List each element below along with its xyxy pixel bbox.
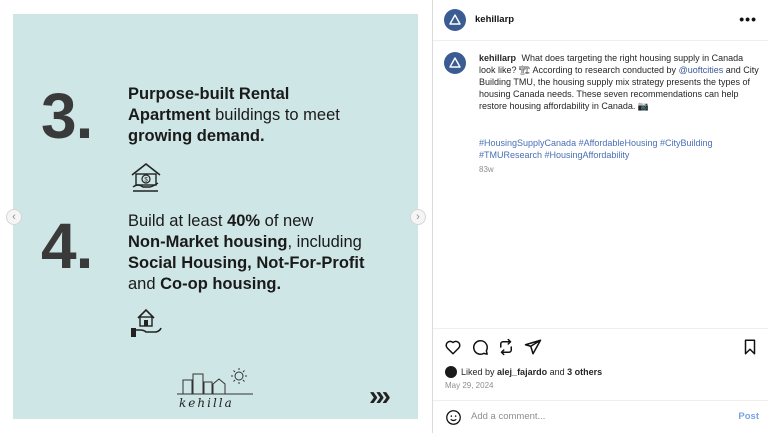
emoji-icon[interactable] (445, 409, 462, 426)
item-4-line-4: and Co-op housing. (128, 274, 365, 295)
item-4-line-1-seg-3: of new (260, 212, 314, 230)
triangle-logo-icon (449, 14, 461, 25)
chevron-right-icon: › (416, 211, 420, 223)
like-heart-icon[interactable] (444, 338, 462, 356)
item-number-4: 4. (41, 210, 93, 282)
post-caption: kehillarp What does targeting the right … (479, 52, 759, 112)
item-3-line-3-seg-1: growing demand. (128, 127, 265, 145)
item-3-line-1: Purpose-built Rental (128, 84, 340, 105)
likes-prefix: Liked by (461, 367, 495, 377)
item-number-3: 3. (41, 80, 93, 152)
item-3-line-3: growing demand. (128, 126, 340, 147)
media-pane: 3. Purpose-built Rental Apartment buildi… (0, 0, 432, 433)
comment-bar: Add a comment... Post (433, 400, 768, 434)
item-4-line-2: Non-Market housing, including (128, 232, 365, 253)
more-options-icon[interactable]: ••• (739, 11, 757, 27)
repost-icon[interactable] (497, 338, 515, 356)
caption-hashtags[interactable]: #HousingSupplyCanada #AffordableHousing … (479, 137, 759, 161)
share-send-icon[interactable] (524, 338, 542, 356)
brand-logo-text: kehilla (179, 396, 234, 410)
item-4-line-2-seg-1: Non-Market housing (128, 233, 288, 251)
item-3-line-2: Apartment buildings to meet (128, 105, 340, 126)
item-3-line-2-seg-1: Apartment (128, 106, 211, 124)
item-3-line-2-seg-2: buildings to meet (210, 106, 340, 124)
item-4-line-1-seg-1: Build at least (128, 212, 228, 230)
item-4-line-2-seg-2: , including (287, 233, 362, 251)
liker-username[interactable]: alej_fajardo (497, 367, 547, 377)
chevron-left-icon: ‹ (12, 211, 16, 223)
next-slide-button[interactable]: › (410, 209, 426, 225)
money-house-icon: $ (131, 162, 161, 192)
caption-avatar[interactable] (444, 52, 466, 74)
post-comment-button[interactable]: Post (738, 411, 759, 422)
item-4-line-4-seg-2: Co-op housing. (160, 275, 282, 293)
post-actions: Liked by alej_fajardo and 3 others May 2… (433, 328, 768, 409)
item-4-line-4-seg-1: and (128, 275, 161, 293)
likes-summary: Liked by alej_fajardo and 3 others (445, 366, 602, 378)
item-4-line-3: Social Housing, Not-For-Profit (128, 253, 365, 274)
caption-username[interactable]: kehillarp (479, 53, 516, 63)
prev-slide-button[interactable]: ‹ (6, 209, 22, 225)
likes-middle: and (549, 367, 565, 377)
hand-house-icon (131, 308, 162, 337)
likes-others-link[interactable]: 3 others (567, 367, 602, 377)
comment-icon[interactable] (471, 338, 489, 356)
bookmark-icon[interactable] (741, 338, 759, 356)
carousel-slide[interactable]: 3. Purpose-built Rental Apartment buildi… (13, 14, 418, 419)
kehilla-logo: kehilla (177, 368, 253, 410)
comment-input[interactable]: Add a comment... (471, 411, 545, 422)
item-4-line-1: Build at least 40% of new (128, 211, 365, 232)
item-3-text: Purpose-built Rental Apartment buildings… (128, 84, 340, 147)
item-3-line-1-seg-1: Purpose-built Rental (128, 85, 290, 103)
item-4-text: Build at least 40% of new Non-Market hou… (128, 211, 365, 295)
liker-avatar[interactable] (445, 366, 457, 378)
triangle-logo-icon (449, 57, 461, 68)
header-username[interactable]: kehillarp (475, 14, 514, 25)
avatar[interactable] (444, 9, 466, 31)
post-date: May 29, 2024 (445, 381, 494, 390)
caption-timestamp[interactable]: 83w (479, 165, 494, 174)
post-side-panel: kehillarp ••• kehillarp What does target… (432, 0, 768, 433)
item-4-line-1-seg-2: 40% (227, 212, 261, 230)
caption-mention-link[interactable]: @uoftcities (679, 65, 724, 75)
next-slide-chevrons[interactable]: ››› (369, 382, 391, 410)
post-header: kehillarp ••• (433, 0, 768, 41)
item-4-line-3-seg-1: Social Housing, Not-For-Profit (128, 254, 365, 272)
